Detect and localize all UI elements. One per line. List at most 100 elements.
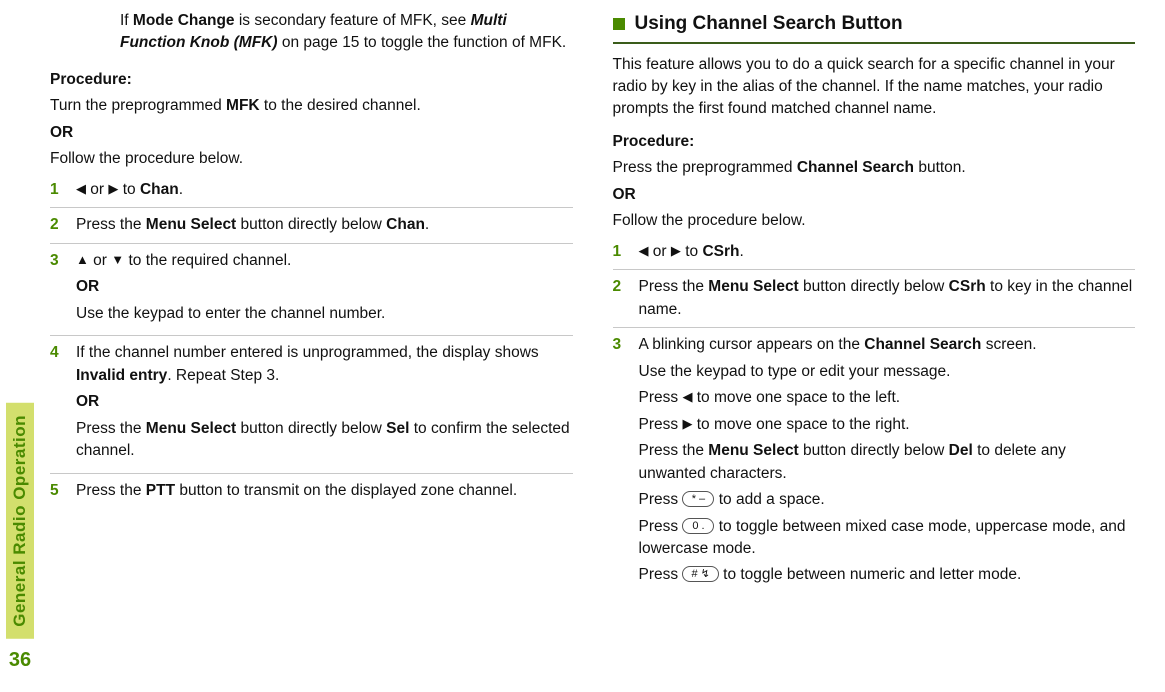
s3-lineA: A blinking cursor appears on the Channel… xyxy=(639,334,1136,356)
bold-menu-select: Menu Select xyxy=(146,420,236,437)
bold-mfk: MFK xyxy=(226,97,260,114)
bold-mode-change: Mode Change xyxy=(133,12,235,29)
step3-line1: ▲ or ▼ to the required channel. xyxy=(76,250,573,272)
text: Press xyxy=(639,416,683,433)
text: button to transmit on the displayed zone… xyxy=(175,482,517,499)
text: or xyxy=(86,181,108,198)
step4-line1: If the channel number entered is unprogr… xyxy=(76,342,573,387)
nav-right-icon: ▶ xyxy=(108,181,118,196)
bold-menu-select: Menu Select xyxy=(708,278,798,295)
or-line: OR xyxy=(76,391,573,413)
s3-lineB: Use the keypad to type or edit your mess… xyxy=(639,361,1136,383)
nav-right-icon: ▶ xyxy=(682,416,692,431)
text: A blinking cursor appears on the xyxy=(639,336,865,353)
step-number: 1 xyxy=(50,179,59,201)
text: Press xyxy=(639,566,683,583)
section-bullet-icon xyxy=(613,18,625,30)
text: button directly below xyxy=(236,420,386,437)
keycap-star: * – xyxy=(682,491,714,507)
bold-menu-select: Menu Select xyxy=(146,216,236,233)
text: to add a space. xyxy=(714,491,824,508)
display-chan: Chan xyxy=(386,216,425,233)
text: or xyxy=(89,252,111,269)
page: General Radio Operation 36 If Mode Chang… xyxy=(0,0,1165,692)
text: Press xyxy=(639,518,683,535)
text: to move one space to the right. xyxy=(692,416,909,433)
text: or xyxy=(649,243,671,260)
s3-lineC: Press ◀ to move one space to the left. xyxy=(639,387,1136,409)
text: to toggle between numeric and letter mod… xyxy=(719,566,1021,583)
text: Press xyxy=(639,389,683,406)
text: Press the xyxy=(639,278,709,295)
text: to the required channel. xyxy=(124,252,291,269)
text: screen. xyxy=(981,336,1036,353)
procedure-heading: Procedure: xyxy=(50,69,573,91)
step-number: 3 xyxy=(613,334,622,356)
text: Press the xyxy=(76,420,146,437)
text: on page 15 to toggle the function of MFK… xyxy=(278,34,567,51)
section-heading: Using Channel Search Button xyxy=(613,10,1136,44)
page-number: 36 xyxy=(9,649,31,672)
step-number: 1 xyxy=(613,241,622,263)
nav-down-icon: ▼ xyxy=(111,252,124,267)
steps-list-left: 1 ◀ or ▶ to Chan. 2 Press the Menu Selec… xyxy=(50,179,573,508)
display-invalid: Invalid entry xyxy=(76,367,167,384)
intro-paragraph: This feature allows you to do a quick se… xyxy=(613,54,1136,121)
text: . xyxy=(740,243,744,260)
text: is secondary feature of MFK, see xyxy=(235,12,471,29)
step-number: 2 xyxy=(50,214,59,236)
step4-line3: Press the Menu Select button directly be… xyxy=(76,418,573,463)
text: Press the xyxy=(76,216,146,233)
text: Press the preprogrammed xyxy=(613,159,797,176)
text: to xyxy=(681,243,703,260)
text: to xyxy=(118,181,140,198)
step-3: 3 ▲ or ▼ to the required channel. OR Use… xyxy=(50,250,573,336)
procedure-line-2: Follow the procedure below. xyxy=(613,210,1136,232)
right-column: Using Channel Search Button This feature… xyxy=(613,10,1136,682)
step-number: 4 xyxy=(50,342,59,364)
step-1: 1 ◀ or ▶ to Chan. xyxy=(50,179,573,208)
side-tab: General Radio Operation 36 xyxy=(0,0,40,692)
section-tab-label: General Radio Operation xyxy=(6,403,34,639)
text: . Repeat Step 3. xyxy=(167,367,279,384)
step-2: 2 Press the Menu Select button directly … xyxy=(50,214,573,243)
body-columns: If Mode Change is secondary feature of M… xyxy=(40,0,1165,692)
text: button directly below xyxy=(799,442,949,459)
procedure-heading: Procedure: xyxy=(613,131,1136,153)
text: button directly below xyxy=(799,278,949,295)
nav-left-icon: ◀ xyxy=(682,389,692,404)
section-title: Using Channel Search Button xyxy=(635,10,903,38)
step-5: 5 Press the PTT button to transmit on th… xyxy=(50,480,573,508)
text: button. xyxy=(914,159,966,176)
text: Press xyxy=(639,491,683,508)
procedure-line-1: Press the preprogrammed Channel Search b… xyxy=(613,157,1136,179)
text: Press the xyxy=(76,482,146,499)
step-number: 3 xyxy=(50,250,59,272)
procedure-line-2: Follow the procedure below. xyxy=(50,148,573,170)
display-csrh: CSrh xyxy=(702,243,739,260)
bold-channel-search: Channel Search xyxy=(797,159,914,176)
display-chan: Chan xyxy=(140,181,179,198)
display-del: Del xyxy=(949,442,973,459)
mode-change-note: If Mode Change is secondary feature of M… xyxy=(120,10,573,55)
s3-lineE: Press the Menu Select button directly be… xyxy=(639,440,1136,485)
step-number: 5 xyxy=(50,480,59,502)
keycap-hash: # ↯ xyxy=(682,566,718,582)
keycap-zero: 0 . xyxy=(682,518,714,534)
display-sel: Sel xyxy=(386,420,409,437)
text: to the desired channel. xyxy=(260,97,421,114)
or-line: OR xyxy=(613,184,1136,206)
s3-lineD: Press ▶ to move one space to the right. xyxy=(639,414,1136,436)
left-column: If Mode Change is secondary feature of M… xyxy=(50,10,573,682)
text: If xyxy=(120,12,133,29)
text: If the channel number entered is unprogr… xyxy=(76,344,539,361)
text: Press the xyxy=(639,442,709,459)
step-3: 3 A blinking cursor appears on the Chann… xyxy=(613,334,1136,597)
text: . xyxy=(179,181,183,198)
s3-lineG: Press 0 . to toggle between mixed case m… xyxy=(639,516,1136,561)
display-channel-search: Channel Search xyxy=(864,336,981,353)
nav-up-icon: ▲ xyxy=(76,252,89,267)
bold-ptt: PTT xyxy=(146,482,175,499)
step-number: 2 xyxy=(613,276,622,298)
s3-lineH: Press # ↯ to toggle between numeric and … xyxy=(639,564,1136,586)
